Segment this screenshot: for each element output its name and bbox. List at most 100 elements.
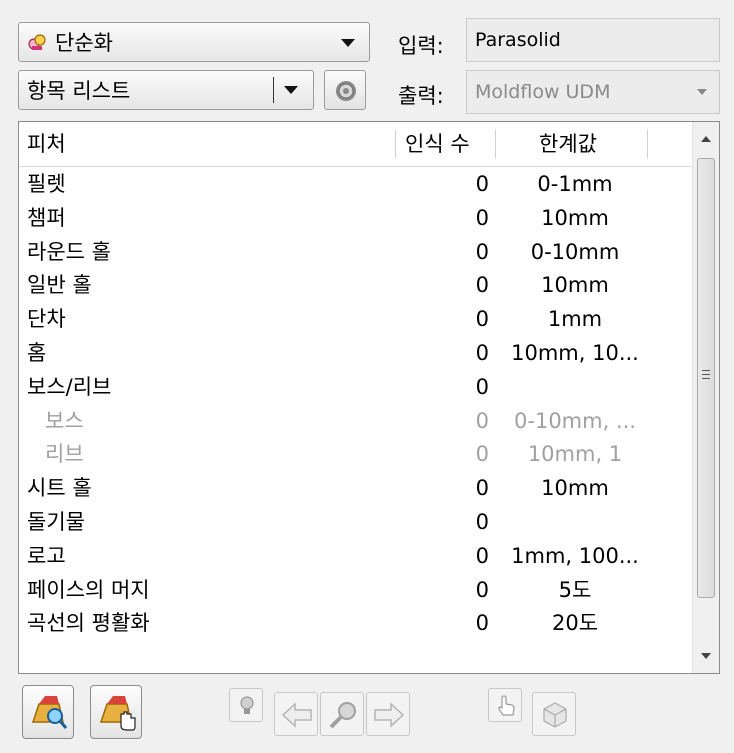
recognized-count: 0	[475, 172, 489, 196]
feature-name: 챔퍼	[27, 205, 66, 230]
hand-button[interactable]	[488, 688, 522, 722]
settings-button[interactable]	[324, 70, 366, 110]
feature-name: 시트 홀	[27, 476, 92, 501]
recognized-count: 0	[475, 307, 489, 332]
feature-name: 필렛	[27, 172, 66, 196]
bulb-button[interactable]	[229, 688, 263, 722]
feature-name: 페이스의 머지	[27, 577, 150, 602]
table-subrow[interactable]: 보스 0 0-10mm, ...	[19, 405, 695, 439]
chevron-down-icon	[284, 86, 298, 94]
table-row[interactable]: 로고 0 1mm, 100...	[19, 540, 695, 574]
table-row[interactable]: 단차 0 1mm	[19, 303, 695, 337]
cube-view-button[interactable]	[532, 692, 576, 736]
simplify-icon	[27, 32, 47, 52]
recognized-count: 0	[475, 476, 489, 501]
table-row[interactable]: 필렛 0 0-1mm	[19, 168, 695, 202]
feature-name: 돌기물	[27, 509, 85, 534]
header-count[interactable]: 인식 수	[405, 122, 470, 166]
hand-icon	[496, 695, 516, 722]
cube-icon	[542, 701, 568, 734]
chevron-down-icon	[701, 653, 711, 659]
feature-name: 단차	[27, 307, 66, 332]
recognized-count: 0	[475, 205, 489, 230]
find-features-icon	[29, 692, 69, 737]
scroll-down-button[interactable]	[693, 639, 719, 673]
table-subrow[interactable]: 리브 0 10mm, 1	[19, 438, 695, 472]
feature-name: 일반 홀	[27, 273, 92, 298]
feature-table: 피처 인식 수 한계값 필렛 0 0-1mm 챔퍼 0 10mm 라운드 홀 0 0-10m…	[18, 121, 720, 674]
column-divider[interactable]	[395, 130, 396, 158]
feature-name: 라운드 홀	[27, 239, 111, 264]
list-combo[interactable]: 항목 리스트	[18, 70, 314, 110]
output-label: 출력:	[398, 84, 444, 108]
threshold-value: 0-10mm	[530, 239, 620, 264]
recognized-count: 0	[475, 374, 489, 399]
previous-arrow-icon	[281, 701, 313, 734]
table-header: 피처 인식 수 한계값	[19, 122, 695, 167]
chevron-up-icon	[701, 136, 711, 142]
grip-line	[702, 370, 710, 371]
recognized-count: 0	[475, 509, 489, 534]
input-format-value: Parasolid	[475, 29, 561, 51]
table-row[interactable]: 라운드 홀 0 0-10mm	[19, 236, 695, 270]
zoom-button[interactable]	[320, 692, 364, 736]
threshold-value: 10mm	[541, 273, 609, 298]
header-feature[interactable]: 피처	[27, 122, 66, 166]
grip-line	[702, 378, 710, 379]
table-row[interactable]: 챔퍼 0 10mm	[19, 202, 695, 236]
threshold-value: 1mm, 100...	[511, 543, 639, 568]
vertical-scrollbar[interactable]	[692, 122, 719, 673]
table-row[interactable]: 시트 홀 0 10mm	[19, 472, 695, 506]
recognized-count: 0	[475, 273, 489, 298]
list-combo-label: 항목 리스트	[27, 79, 131, 103]
table-row[interactable]: 돌기물 0	[19, 506, 695, 540]
recognized-count: 0	[475, 239, 489, 264]
input-format-field: Parasolid	[466, 18, 720, 62]
threshold-value: 5도	[558, 577, 592, 602]
output-format-select[interactable]: Moldflow UDM	[466, 70, 720, 114]
feature-name: 로고	[27, 543, 66, 568]
header-threshold[interactable]: 한계값	[539, 122, 597, 166]
previous-button[interactable]	[274, 692, 318, 736]
table-row[interactable]: 홈 0 10mm, 10...	[19, 337, 695, 371]
output-format-value: Moldflow UDM	[475, 81, 611, 103]
recognized-count: 0	[475, 442, 489, 467]
magnifier-icon	[327, 699, 359, 736]
gear-icon	[334, 79, 358, 108]
recognized-count: 0	[475, 340, 489, 365]
mode-combo-label: 단순화	[55, 31, 113, 55]
input-label: 입력:	[398, 34, 444, 58]
feature-name: 홈	[27, 340, 47, 365]
scroll-up-button[interactable]	[693, 122, 719, 156]
recognized-count: 0	[475, 611, 489, 636]
table-body: 필렛 0 0-1mm 챔퍼 0 10mm 라운드 홀 0 0-10mm 일반 홀 0 10mm …	[19, 168, 695, 641]
threshold-value: 10mm, 1	[527, 442, 623, 467]
chevron-down-icon	[341, 39, 355, 47]
threshold-value: 10mm	[541, 476, 609, 501]
table-row[interactable]: 페이스의 머지 0 5도	[19, 574, 695, 608]
recognized-count: 0	[475, 577, 489, 602]
threshold-value: 20도	[551, 611, 599, 636]
table-row[interactable]: 곡선의 평활화 0 20도	[19, 607, 695, 641]
table-row[interactable]: 일반 홀 0 10mm	[19, 269, 695, 303]
feature-name: 보스	[45, 408, 84, 433]
threshold-value: 0-1mm	[537, 172, 613, 196]
threshold-value: 10mm, 10...	[511, 340, 639, 365]
grip-line	[702, 374, 710, 375]
next-arrow-icon	[373, 701, 405, 734]
column-divider[interactable]	[647, 130, 648, 158]
recognized-count: 0	[475, 543, 489, 568]
mode-combo[interactable]: 단순화	[18, 22, 370, 62]
column-divider[interactable]	[495, 130, 496, 158]
find-features-button[interactable]	[22, 685, 74, 739]
chevron-down-icon	[697, 89, 707, 95]
table-row[interactable]: 보스/리브 0	[19, 371, 695, 405]
feature-name: 보스/리브	[27, 374, 112, 399]
select-features-icon	[97, 692, 137, 737]
feature-name: 리브	[45, 442, 84, 467]
next-button[interactable]	[366, 692, 410, 736]
select-features-button[interactable]	[90, 685, 142, 739]
scroll-thumb[interactable]	[697, 158, 715, 598]
threshold-value: 0-10mm, ...	[514, 408, 636, 433]
feature-name: 곡선의 평활화	[27, 611, 150, 636]
